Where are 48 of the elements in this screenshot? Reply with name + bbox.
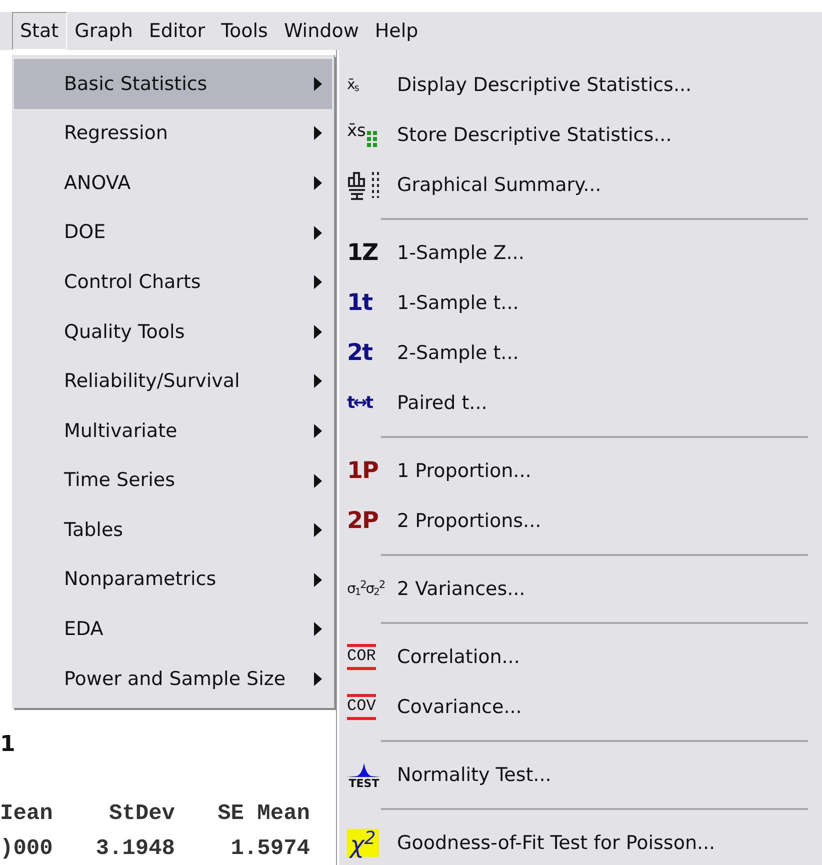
menu-item[interactable]: 2t 2-Sample t... <box>339 328 822 378</box>
menu-item[interactable]: Nonparametrics <box>14 554 332 605</box>
menu-bar-item[interactable]: Tools <box>213 12 276 50</box>
column-header: SE Mean <box>216 800 310 828</box>
column-header: Iean <box>0 800 54 828</box>
output-value: )000 <box>0 834 54 863</box>
statistic-symbol-icon: x̄$_{s}$ <box>347 74 358 96</box>
menu-item[interactable]: 1t 1-Sample t... <box>339 278 822 328</box>
menu-item[interactable]: Regression <box>14 108 332 158</box>
menu-item[interactable]: TEST Normality Test... <box>339 750 822 800</box>
output-heading: 1 <box>0 730 16 759</box>
menu-item[interactable]: 1P 1 Proportion... <box>339 446 822 496</box>
output-value: 1.5974 <box>230 834 310 863</box>
menu-item[interactable]: Basic Statistics <box>14 59 332 109</box>
menu-item[interactable]: Control Charts <box>14 257 332 307</box>
menu-item[interactable]: χ$^{2}$ Goodness-of-Fit Test for Poisson... <box>339 818 822 865</box>
menu-item[interactable]: Quality Tools <box>14 306 332 357</box>
menu-bar-item[interactable]: Window <box>276 12 367 50</box>
menu-item[interactable]: x̄$_{s}$ Display Descriptive Statistics... <box>339 60 822 110</box>
symbol-icon: 1t <box>347 292 372 314</box>
menu-item[interactable]: Reliability/Survival <box>14 356 332 406</box>
symbol-icon: 1P <box>347 460 378 482</box>
menu-item[interactable]: 1Z 1-Sample Z... <box>339 228 822 278</box>
menu-item[interactable]: t↔t Paired t... <box>339 378 822 428</box>
symbol-icon: 2t <box>347 342 372 364</box>
symbol-icon: 2P <box>347 510 378 532</box>
symbol-icon: 1Z <box>347 242 378 264</box>
menu-item[interactable]: COR Correlation... <box>339 632 822 682</box>
column-header: StDev <box>108 800 175 828</box>
menu-item[interactable]: Time Series <box>14 456 332 506</box>
menu-item[interactable]: Multivariate <box>14 406 332 456</box>
menu-bar-item[interactable]: Editor <box>140 12 214 50</box>
menu-item[interactable]: DOE <box>14 208 332 258</box>
menu-bar-item[interactable]: Stat <box>12 12 67 50</box>
menu-item[interactable]: ANOVA <box>14 158 332 208</box>
menu-item[interactable]: EDA <box>14 604 332 654</box>
chi-square-icon: χ$^{2}$ <box>347 829 379 857</box>
menu-bar-item[interactable]: Graph <box>66 12 141 50</box>
menu-item[interactable]: Tables <box>14 505 332 555</box>
menu-item[interactable]: Graphical Summary... <box>339 160 822 210</box>
menu-item[interactable]: x̄s Store Descriptive Statistics... <box>339 110 822 160</box>
menu-item[interactable]: σ$_{1}$$^{2}$σ$_{2}$$^{2}$ 2 Variances... <box>339 564 822 614</box>
menu-item[interactable]: Power and Sample Size <box>14 654 332 704</box>
symbol-icon: t↔t <box>347 394 372 412</box>
menu-item[interactable]: 2P 2 Proportions... <box>339 496 822 546</box>
menu-bar-item[interactable]: Help <box>366 12 426 50</box>
output-value: 3.1948 <box>94 834 175 863</box>
menu-item[interactable]: COV Covariance... <box>339 682 822 732</box>
